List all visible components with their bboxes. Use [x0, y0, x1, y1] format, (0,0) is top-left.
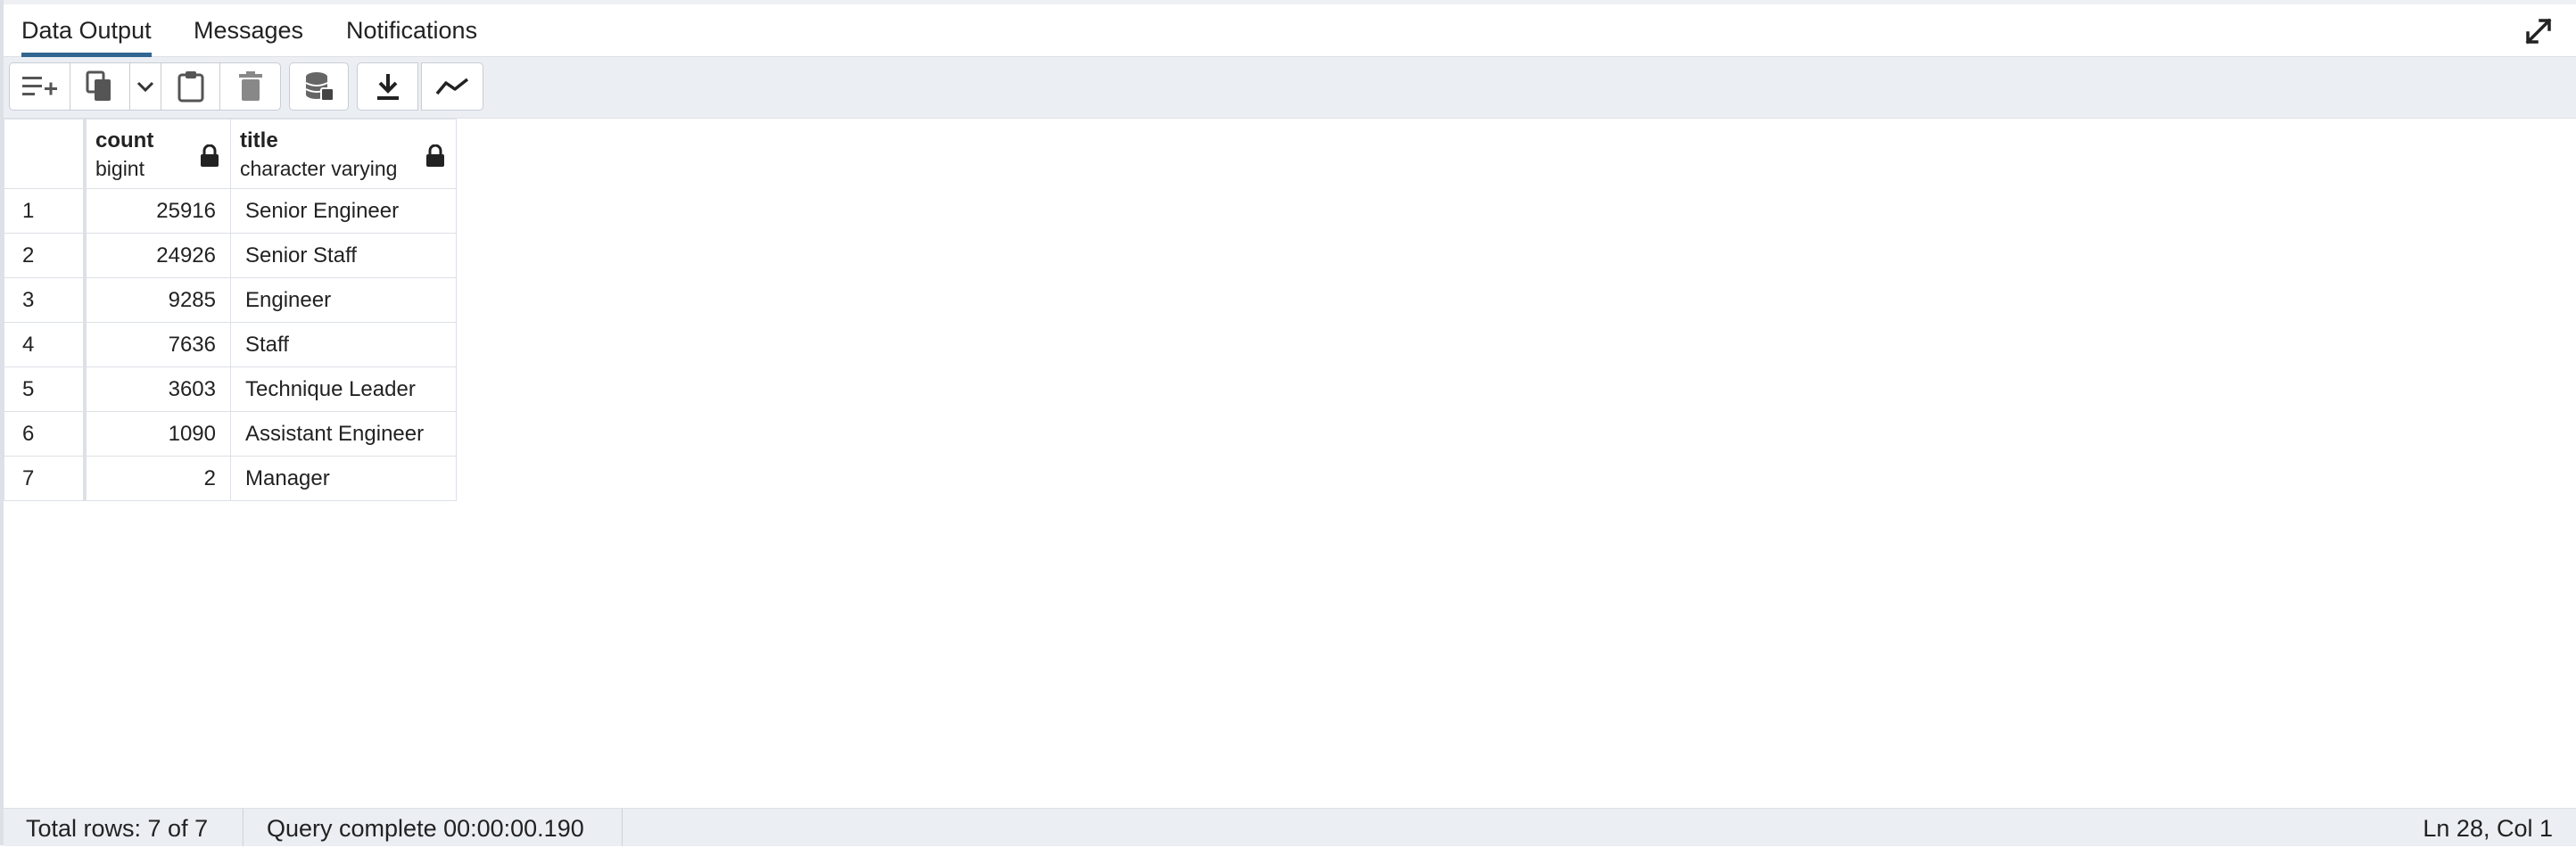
chevron-down-icon [136, 81, 154, 93]
cursor-position: Ln 28, Col 1 [2423, 815, 2553, 842]
paste-button[interactable] [161, 62, 220, 111]
cell-title[interactable]: Staff [230, 322, 457, 367]
column-header-count[interactable]: count bigint [83, 119, 231, 189]
cell-count[interactable]: 25916 [83, 188, 231, 234]
save-data-button[interactable] [289, 62, 349, 111]
row-number-header[interactable] [4, 119, 86, 189]
table-row[interactable]: 5 3603 Technique Leader [4, 366, 457, 412]
table-row[interactable]: 4 7636 Staff [4, 322, 457, 367]
cell-count[interactable]: 3603 [83, 366, 231, 412]
cell-title[interactable]: Senior Engineer [230, 188, 457, 234]
cell-title[interactable]: Assistant Engineer [230, 411, 457, 457]
row-number[interactable]: 7 [4, 456, 86, 501]
cell-count[interactable]: 7636 [83, 322, 231, 367]
total-rows-status: Total rows: 7 of 7 [26, 815, 209, 842]
row-number[interactable]: 5 [4, 366, 86, 412]
column-name: count [95, 128, 154, 152]
cell-count[interactable]: 24926 [83, 233, 231, 278]
cell-count[interactable]: 2 [83, 456, 231, 501]
query-status: Query complete 00:00:00.190 [267, 815, 584, 842]
cell-title[interactable]: Engineer [230, 277, 457, 323]
download-icon [376, 74, 399, 100]
column-type: bigint [95, 157, 144, 180]
row-number[interactable]: 2 [4, 233, 86, 278]
maximize-icon[interactable] [2524, 17, 2553, 45]
add-row-button[interactable] [9, 62, 70, 111]
column-type: character varying [240, 157, 398, 180]
cell-title[interactable]: Technique Leader [230, 366, 457, 412]
copy-icon [86, 70, 111, 101]
delete-button[interactable] [219, 62, 281, 111]
copy-options-dropdown[interactable] [129, 62, 161, 111]
cell-title[interactable]: Manager [230, 456, 457, 501]
column-name: title [240, 128, 278, 152]
cell-title[interactable]: Senior Staff [230, 233, 457, 278]
tab-notifications[interactable]: Notifications [346, 4, 477, 56]
row-number[interactable]: 1 [4, 188, 86, 234]
result-toolbar [4, 57, 2576, 119]
graph-visualiser-button[interactable] [421, 62, 483, 111]
table-row[interactable]: 1 25916 Senior Engineer [4, 188, 457, 234]
status-divider [622, 809, 623, 846]
table-row[interactable]: 3 9285 Engineer [4, 277, 457, 323]
download-button[interactable] [357, 62, 418, 111]
table-row[interactable]: 6 1090 Assistant Engineer [4, 411, 457, 457]
database-save-icon [305, 72, 334, 102]
column-header-title[interactable]: title character varying [230, 119, 457, 189]
copy-button[interactable] [70, 62, 130, 111]
row-number[interactable]: 4 [4, 322, 86, 367]
table-row[interactable]: 2 24926 Senior Staff [4, 233, 457, 278]
trash-icon [238, 71, 262, 101]
result-tabs: Data Output Messages Notifications [4, 4, 2576, 57]
cell-count[interactable]: 1090 [83, 411, 231, 457]
lock-icon [201, 144, 219, 167]
table-row[interactable]: 7 2 Manager [4, 456, 457, 501]
result-grid: count bigint title character varying 1 2… [4, 119, 457, 501]
add-row-icon [21, 77, 57, 95]
grid-header-row: count bigint title character varying [4, 119, 457, 189]
clipboard-icon [178, 71, 203, 103]
status-bar: Total rows: 7 of 7 Query complete 00:00:… [4, 808, 2576, 846]
tab-data-output[interactable]: Data Output [21, 4, 152, 57]
tab-messages[interactable]: Messages [194, 4, 303, 56]
cell-count[interactable]: 9285 [83, 277, 231, 323]
lock-icon [426, 144, 444, 167]
row-number[interactable]: 3 [4, 277, 86, 323]
status-divider [243, 809, 244, 846]
line-chart-icon [435, 78, 469, 95]
row-number[interactable]: 6 [4, 411, 86, 457]
